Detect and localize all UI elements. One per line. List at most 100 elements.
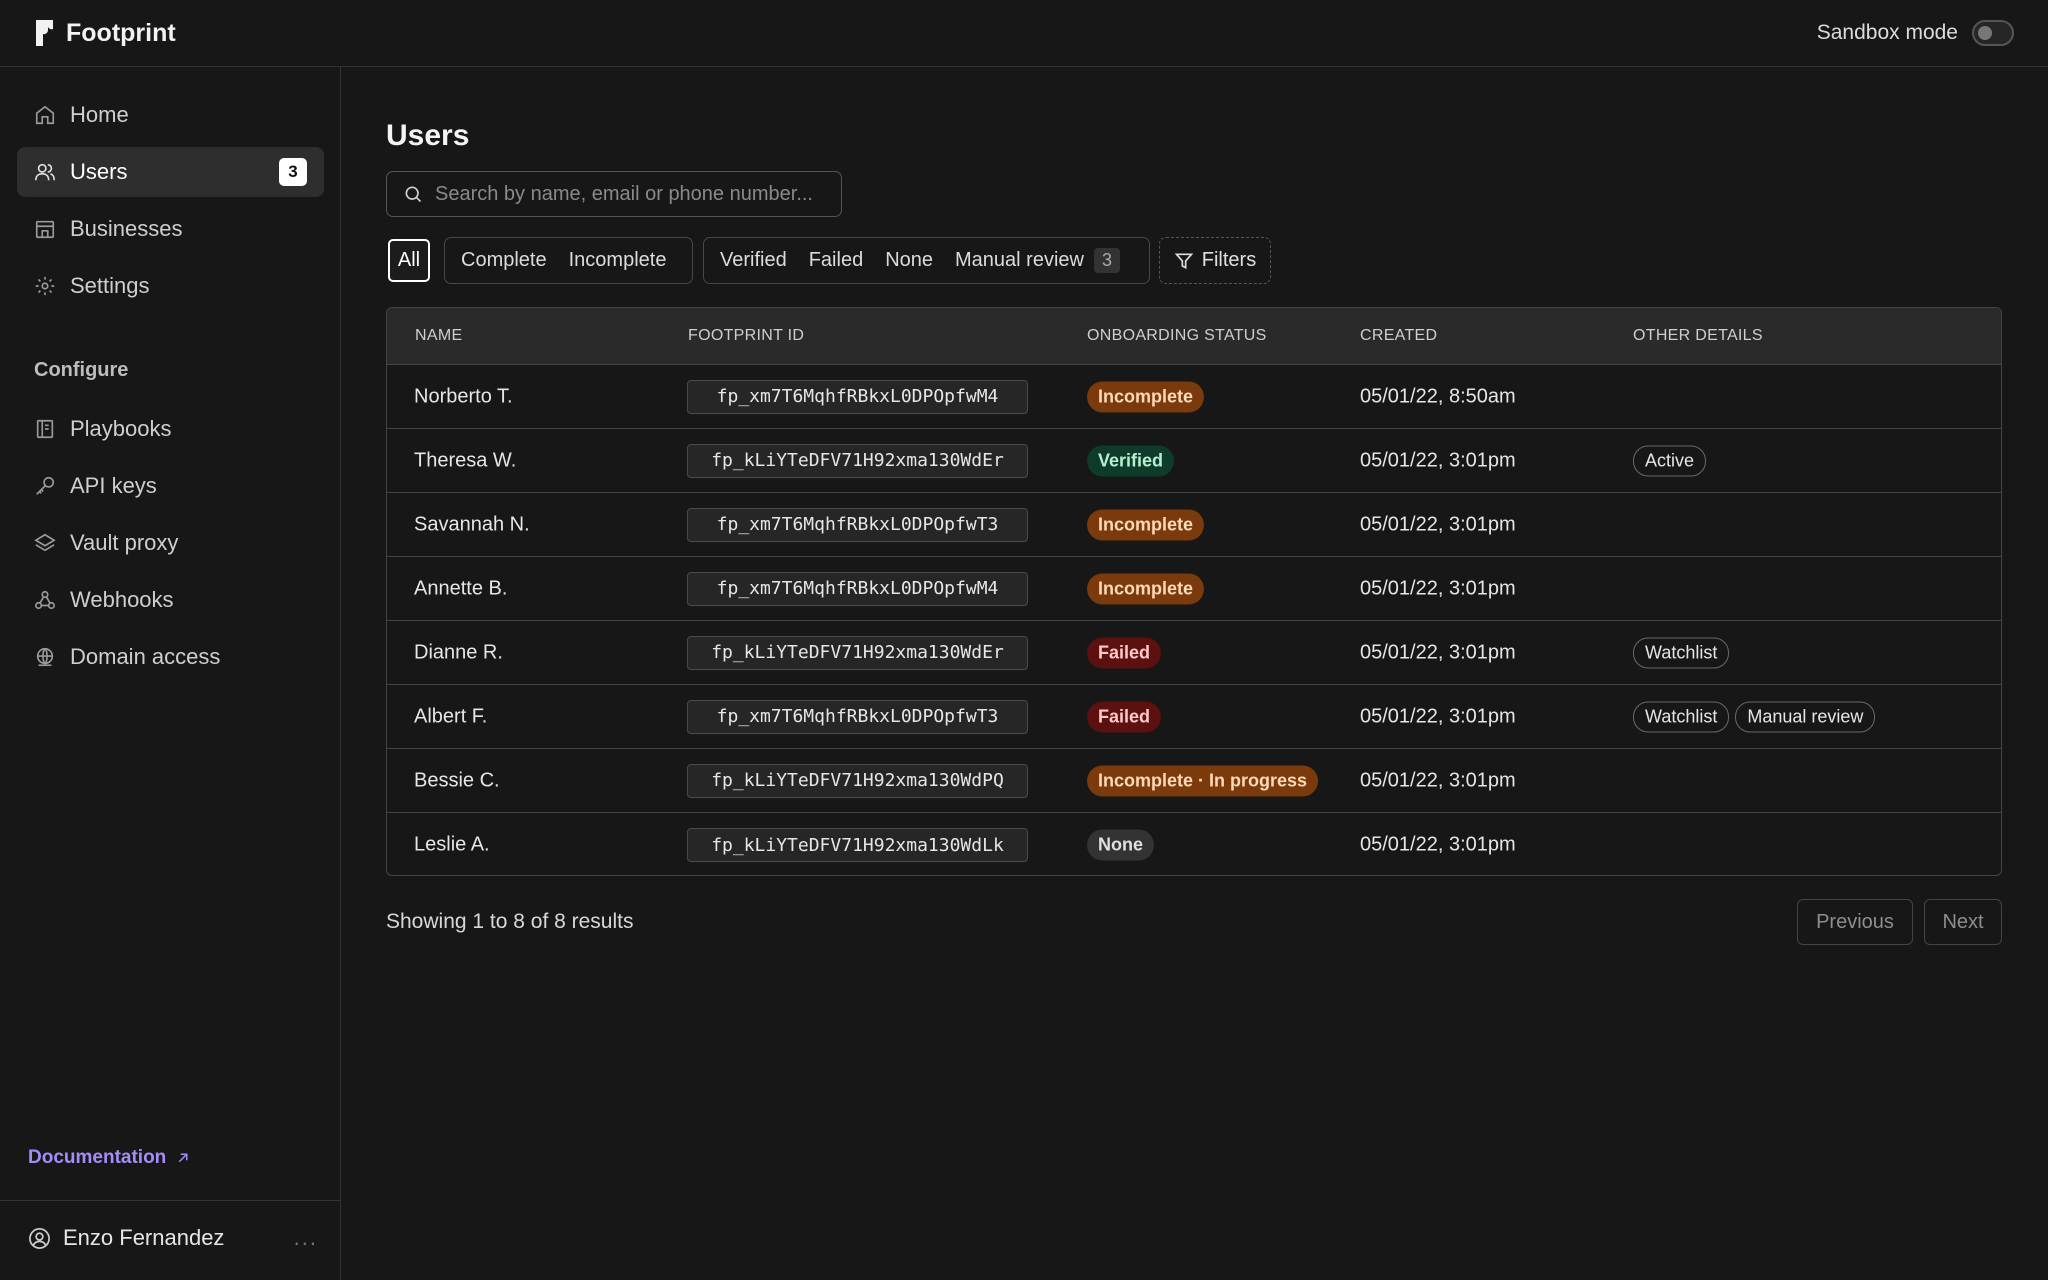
results-summary: Showing 1 to 8 of 8 results [386,910,634,933]
filter-icon [1174,253,1194,269]
sidebar-item-label: Users [70,159,128,184]
filter-all[interactable]: All [388,239,430,282]
status-badge: Incomplete [1087,573,1205,604]
footprint-id-cell[interactable]: fp_xm7T6MqhfRBkxL0DPOpfwM4 [687,379,1028,414]
status-badge: Failed [1087,701,1162,732]
sidebar-item-users[interactable]: Users 3 [17,147,324,197]
filter-none[interactable]: None [874,242,944,279]
next-button[interactable]: Next [1924,899,2002,945]
search-icon [405,186,422,203]
header-name[interactable]: NAME [415,327,462,345]
detail-tag: Manual review [1735,701,1876,732]
table-row[interactable]: Leslie A. fp_kLiYTeDFV71H92xma130WdLk None… [387,813,2001,875]
created-cell: 05/01/22, 3:01pm [1360,769,1516,791]
table-row[interactable]: Savannah N. fp_xm7T6MqhfRBkxL0DPOpfwT3 Inc… [387,493,2001,557]
external-link-icon [179,1153,188,1163]
sidebar-item-label: Playbooks [70,416,172,441]
sidebar-item-vault-proxy[interactable]: Vault proxy [17,518,324,568]
status-badge: None [1087,829,1154,861]
page-title: Users [386,119,470,152]
detail-tag: Watchlist [1633,637,1730,668]
other-details-cell: Active [1633,445,1712,476]
created-cell: 05/01/22, 8:50am [1360,385,1516,407]
filter-manual-review-label: Manual review [955,249,1084,271]
app-name: Footprint [66,18,176,47]
filter-group-completion: Complete Incomplete [444,237,693,284]
documentation-label: Documentation [28,1147,167,1168]
user-name-cell: Albert F. [414,705,488,727]
created-cell: 05/01/22, 3:01pm [1360,449,1516,471]
previous-button[interactable]: Previous [1797,899,1913,945]
footprint-id-cell[interactable]: fp_xm7T6MqhfRBkxL0DPOpfwT3 [687,699,1028,734]
table-row[interactable]: Dianne R. fp_kLiYTeDFV71H92xma130WdEr Fail… [387,621,2001,685]
layers-icon [34,533,56,552]
table-header: NAME FOOTPRINT ID ONBOARDING STATUS CREA… [387,308,2001,365]
sidebar-item-settings[interactable]: Settings [17,261,324,311]
other-details-cell: Watchlist Manual review [1633,701,1881,732]
created-cell: 05/01/22, 3:01pm [1360,641,1516,663]
filter-incomplete[interactable]: Incomplete [558,242,678,279]
table-row[interactable]: Annette B. fp_xm7T6MqhfRBkxL0DPOpfwM4 Inco… [387,557,2001,621]
sidebar: Home Users 3 Businesses Settings Configu… [0,67,341,1280]
user-name-cell: Annette B. [414,577,508,599]
detail-tag: Active [1633,445,1707,476]
footprint-id-cell[interactable]: fp_kLiYTeDFV71H92xma130WdPQ [687,763,1028,798]
footprint-id-cell[interactable]: fp_xm7T6MqhfRBkxL0DPOpfwM4 [687,571,1028,606]
filter-group-all: All [386,237,432,284]
sidebar-item-home[interactable]: Home [17,90,324,140]
filter-complete[interactable]: Complete [450,242,558,279]
table-row[interactable]: Theresa W. fp_kLiYTeDFV71H92xma130WdEr Ver… [387,429,2001,493]
documentation-link[interactable]: Documentation [28,1147,192,1169]
table-row[interactable]: Bessie C. fp_kLiYTeDFV71H92xma130WdPQ Inco… [387,749,2001,813]
filters-button[interactable]: Filters [1159,237,1271,284]
header-footprint-id[interactable]: FOOTPRINT ID [688,327,804,345]
gear-icon [35,276,55,296]
user-profile[interactable]: Enzo Fernandez ... [28,1225,318,1251]
home-icon [35,105,55,125]
status-badge: Incomplete [1087,381,1205,412]
filter-failed[interactable]: Failed [798,242,874,279]
search-input[interactable] [435,182,815,206]
header-other-details[interactable]: OTHER DETAILS [1633,327,1763,345]
sidebar-item-label: Home [70,102,129,127]
table-row[interactable]: Albert F. fp_xm7T6MqhfRBkxL0DPOpfwT3 Faile… [387,685,2001,749]
users-icon [35,163,55,181]
sidebar-item-api-keys[interactable]: API keys [17,461,324,511]
footprint-id-cell[interactable]: fp_kLiYTeDFV71H92xma130WdEr [687,443,1028,478]
footprint-id-cell[interactable]: fp_kLiYTeDFV71H92xma130WdLk [687,828,1028,862]
sidebar-item-label: API keys [70,473,157,498]
sidebar-item-label: Webhooks [70,587,174,612]
sidebar-divider [0,1200,340,1201]
created-cell: 05/01/22, 3:01pm [1360,577,1516,599]
header-created[interactable]: CREATED [1360,327,1437,345]
status-badge: Incomplete [1087,509,1205,540]
search-box[interactable] [386,171,842,217]
filter-manual-review[interactable]: Manual review 3 [944,242,1131,279]
sidebar-item-businesses[interactable]: Businesses [17,204,324,254]
users-table: NAME FOOTPRINT ID ONBOARDING STATUS CREA… [386,307,2002,876]
configure-section-label: Configure [34,359,129,381]
user-name-cell: Bessie C. [414,769,500,791]
more-options-button[interactable]: ... [294,1225,318,1251]
sidebar-item-label: Vault proxy [70,530,179,555]
table-row[interactable]: Norberto T. fp_xm7T6MqhfRBkxL0DPOpfwM4 Inc… [387,365,2001,429]
footprint-id-cell[interactable]: fp_kLiYTeDFV71H92xma130WdEr [687,635,1028,670]
created-cell: 05/01/22, 3:01pm [1360,513,1516,535]
created-cell: 05/01/22, 3:01pm [1360,833,1516,856]
sidebar-item-webhooks[interactable]: Webhooks [17,575,324,625]
header-onboarding-status[interactable]: ONBOARDING STATUS [1087,327,1267,345]
sandbox-label: Sandbox mode [1816,21,1958,44]
status-badge: Incomplete · In progress [1087,765,1319,796]
app-logo[interactable]: Footprint [34,18,176,48]
status-badge: Failed [1087,637,1162,668]
sidebar-item-label: Settings [70,273,150,298]
filter-verified[interactable]: Verified [709,242,798,279]
sandbox-toggle[interactable] [1972,20,2014,46]
table-body: Norberto T. fp_xm7T6MqhfRBkxL0DPOpfwM4 Inc… [387,365,2001,875]
sidebar-item-domain-access[interactable]: Domain access [17,632,324,682]
sidebar-item-label: Businesses [70,216,183,241]
book-icon [36,419,54,439]
footprint-id-cell[interactable]: fp_xm7T6MqhfRBkxL0DPOpfwT3 [687,507,1028,542]
sidebar-item-playbooks[interactable]: Playbooks [17,404,324,454]
user-circle-icon [29,1227,50,1249]
